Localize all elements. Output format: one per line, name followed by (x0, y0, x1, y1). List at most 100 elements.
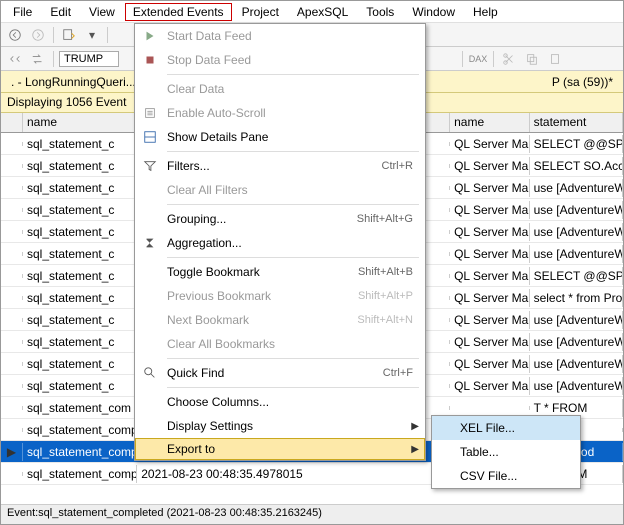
menu-item-label: Show Details Pane (167, 130, 419, 144)
db-combo[interactable]: TRUMP (59, 51, 119, 67)
col-header-name[interactable]: name (23, 113, 137, 132)
play-icon (141, 27, 159, 45)
menu-item-label: Aggregation... (167, 236, 419, 250)
menu-item-label: Choose Columns... (167, 395, 419, 409)
cell: QL Server Manage... (450, 377, 530, 395)
menu-item-label: Toggle Bookmark (167, 265, 350, 279)
copy-icon[interactable] (522, 49, 542, 69)
cell: use [AdventureW (530, 223, 623, 241)
cell: sql_statement_c (23, 333, 137, 351)
cell (1, 142, 23, 146)
menu-shortcut: Shift+Alt+P (358, 290, 419, 302)
cell: 2021-08-23 00:48:35.4978015 (137, 465, 450, 483)
cell: sql_statement_c (23, 311, 137, 329)
scroll-icon (141, 104, 159, 122)
cell: QL Server Manage... (450, 311, 530, 329)
cell: ▶ (1, 443, 23, 461)
submenu-item-xel-file-[interactable]: XEL File... (432, 416, 580, 440)
menu-apexsql[interactable]: ApexSQL (289, 3, 356, 21)
cell: sql_statement_compl... (23, 465, 137, 483)
back-icon[interactable] (5, 25, 25, 45)
submenu-item-csv-file-[interactable]: CSV File... (432, 464, 580, 488)
cell: sql_statement_c (23, 223, 137, 241)
menu-window[interactable]: Window (404, 3, 463, 21)
menu-item-label: Quick Find (167, 366, 375, 380)
stop-icon (141, 51, 159, 69)
change-connection-icon[interactable] (28, 49, 48, 69)
cell: sql_statement_c (23, 289, 137, 307)
menu-item-aggregation-[interactable]: Aggregation... (135, 231, 425, 255)
menu-file[interactable]: File (5, 3, 40, 21)
cell: sql_statement_c (23, 135, 137, 153)
cell (1, 362, 23, 366)
sigma-icon (141, 234, 159, 252)
menu-item-grouping-[interactable]: Grouping...Shift+Alt+G (135, 207, 425, 231)
paste-icon[interactable] (545, 49, 565, 69)
cut-icon[interactable] (499, 49, 519, 69)
cell: sql_statement_c (23, 267, 137, 285)
menu-extended-events[interactable]: Extended Events (125, 3, 232, 21)
cell (1, 186, 23, 190)
cell (1, 472, 23, 476)
menu-item-clear-all-bookmarks: Clear All Bookmarks (135, 332, 425, 356)
blank-icon (141, 335, 159, 353)
submenu-item-table-[interactable]: Table... (432, 440, 580, 464)
cell: sql_statement_c (23, 179, 137, 197)
blank-icon (141, 417, 159, 435)
menu-shortcut: Shift+Alt+B (358, 266, 419, 278)
cell: QL Server Manage... (450, 157, 530, 175)
cell (1, 230, 23, 234)
connect-icon[interactable] (5, 49, 25, 69)
dropdown-icon[interactable]: ▾ (82, 25, 102, 45)
menubar: FileEditViewExtended EventsProjectApexSQ… (1, 1, 623, 23)
tab-active[interactable]: . - LongRunningQueri... (5, 73, 142, 91)
menu-item-quick-find[interactable]: Quick Find Ctrl+F (135, 361, 425, 385)
menu-item-show-details-pane[interactable]: Show Details Pane (135, 125, 425, 149)
blank-icon (141, 393, 159, 411)
menu-view[interactable]: View (81, 3, 123, 21)
cell: QL Server Manage... (450, 223, 530, 241)
cell: SELECT SO.Acc (530, 157, 623, 175)
cell: use [AdventureW (530, 179, 623, 197)
cell: sql_statement_c (23, 355, 137, 373)
blank-icon (141, 263, 159, 281)
menu-item-next-bookmark: Next BookmarkShift+Alt+N (135, 308, 425, 332)
menu-help[interactable]: Help (465, 3, 506, 21)
dax-icon[interactable]: DAX (468, 49, 488, 69)
cell: T * FROM (530, 399, 623, 417)
menu-item-label: Clear Data (167, 82, 419, 96)
menu-project[interactable]: Project (234, 3, 287, 21)
menu-item-previous-bookmark: Previous BookmarkShift+Alt+P (135, 284, 425, 308)
submenu-arrow-icon: ▶ (411, 421, 419, 432)
col-header-statement[interactable]: statement (530, 113, 623, 132)
extended-events-menu[interactable]: Start Data FeedStop Data FeedClear DataE… (134, 23, 426, 461)
menu-item-display-settings[interactable]: Display Settings▶ (135, 414, 425, 438)
cell (1, 318, 23, 322)
filter-icon (141, 157, 159, 175)
menu-item-export-to[interactable]: Export to▶ (135, 438, 425, 460)
cell (450, 406, 530, 410)
menu-item-choose-columns-[interactable]: Choose Columns... (135, 390, 425, 414)
menu-shortcut: Shift+Alt+N (357, 314, 419, 326)
tab-other[interactable]: P (sa (59))* (546, 73, 619, 91)
cell (1, 252, 23, 256)
menu-item-toggle-bookmark[interactable]: Toggle Bookmark Shift+Alt+B (135, 260, 425, 284)
col-header-indicator[interactable] (1, 113, 23, 132)
cell (1, 406, 23, 410)
menu-edit[interactable]: Edit (42, 3, 79, 21)
new-query-icon[interactable] (59, 25, 79, 45)
menu-shortcut: Ctrl+F (383, 367, 419, 379)
forward-icon[interactable] (28, 25, 48, 45)
menu-item-label: Export to (167, 442, 403, 456)
menu-item-filters-[interactable]: Filters...Ctrl+R (135, 154, 425, 178)
cell: use [AdventureW (530, 377, 623, 395)
cell: sql_statement_comp... (23, 421, 137, 439)
cell: use [AdventureW (530, 245, 623, 263)
export-to-submenu[interactable]: XEL File...Table...CSV File... (431, 415, 581, 489)
cell: sql_statement_c (23, 377, 137, 395)
menu-item-label: Clear All Bookmarks (167, 337, 419, 351)
blank-icon (141, 80, 159, 98)
menu-tools[interactable]: Tools (358, 3, 402, 21)
col-header-name[interactable]: name (450, 113, 530, 132)
cell: QL Server Manage... (450, 135, 530, 153)
